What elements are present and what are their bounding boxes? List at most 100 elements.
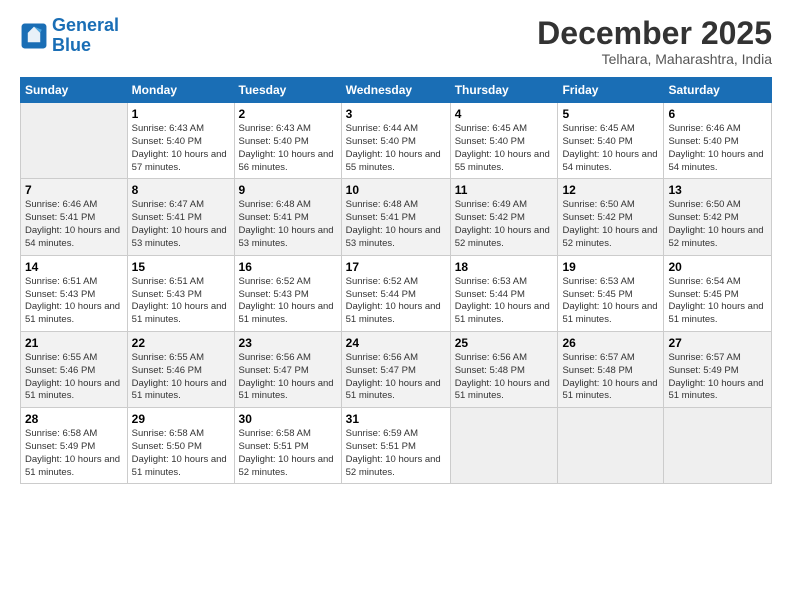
day-number: 29 — [132, 412, 230, 426]
header-row: SundayMondayTuesdayWednesdayThursdayFrid… — [21, 78, 772, 103]
day-cell: 27 Sunrise: 6:57 AMSunset: 5:49 PMDayligh… — [664, 331, 772, 407]
day-info: Sunrise: 6:43 AMSunset: 5:40 PMDaylight:… — [132, 123, 230, 174]
page: General Blue December 2025 Telhara, Maha… — [0, 0, 792, 612]
day-info: Sunrise: 6:46 AMSunset: 5:41 PMDaylight:… — [25, 199, 123, 250]
day-number: 23 — [239, 336, 337, 350]
day-info: Sunrise: 6:54 AMSunset: 5:45 PMDaylight:… — [668, 276, 767, 327]
day-info: Sunrise: 6:46 AMSunset: 5:40 PMDaylight:… — [668, 123, 767, 174]
header-cell-friday: Friday — [558, 78, 664, 103]
day-info: Sunrise: 6:53 AMSunset: 5:45 PMDaylight:… — [562, 276, 659, 327]
day-info: Sunrise: 6:56 AMSunset: 5:47 PMDaylight:… — [239, 352, 337, 403]
day-info: Sunrise: 6:50 AMSunset: 5:42 PMDaylight:… — [668, 199, 767, 250]
day-cell: 10Sunrise: 6:48 AMSunset: 5:41 PMDayligh… — [341, 179, 450, 255]
day-cell: 22Sunrise: 6:55 AMSunset: 5:46 PMDayligh… — [127, 331, 234, 407]
logo-text: General Blue — [52, 16, 119, 56]
day-number: 18 — [455, 260, 554, 274]
day-cell: 24Sunrise: 6:56 AMSunset: 5:47 PMDayligh… — [341, 331, 450, 407]
day-cell — [664, 408, 772, 484]
day-number: 19 — [562, 260, 659, 274]
day-info: Sunrise: 6:59 AMSunset: 5:51 PMDaylight:… — [346, 428, 446, 479]
day-info: Sunrise: 6:52 AMSunset: 5:44 PMDaylight:… — [346, 276, 446, 327]
day-number: 31 — [346, 412, 446, 426]
day-info: Sunrise: 6:56 AMSunset: 5:47 PMDaylight:… — [346, 352, 446, 403]
day-cell — [450, 408, 558, 484]
day-cell: 8 Sunrise: 6:47 AMSunset: 5:41 PMDaylight… — [127, 179, 234, 255]
day-number: 11 — [455, 183, 554, 197]
header-cell-saturday: Saturday — [664, 78, 772, 103]
day-number: 27 — [668, 336, 767, 350]
day-info: Sunrise: 6:47 AMSunset: 5:41 PMDaylight:… — [132, 199, 230, 250]
day-info: Sunrise: 6:58 AMSunset: 5:50 PMDaylight:… — [132, 428, 230, 479]
day-info: Sunrise: 6:53 AMSunset: 5:44 PMDaylight:… — [455, 276, 554, 327]
header-cell-tuesday: Tuesday — [234, 78, 341, 103]
day-info: Sunrise: 6:49 AMSunset: 5:42 PMDaylight:… — [455, 199, 554, 250]
header: General Blue December 2025 Telhara, Maha… — [20, 16, 772, 67]
header-cell-wednesday: Wednesday — [341, 78, 450, 103]
day-info: Sunrise: 6:57 AMSunset: 5:49 PMDaylight:… — [668, 352, 767, 403]
location: Telhara, Maharashtra, India — [537, 51, 772, 67]
day-cell: 6 Sunrise: 6:46 AMSunset: 5:40 PMDaylight… — [664, 103, 772, 179]
day-info: Sunrise: 6:52 AMSunset: 5:43 PMDaylight:… — [239, 276, 337, 327]
day-cell: 15Sunrise: 6:51 AMSunset: 5:43 PMDayligh… — [127, 255, 234, 331]
day-cell — [21, 103, 128, 179]
day-number: 21 — [25, 336, 123, 350]
day-cell: 25 Sunrise: 6:56 AMSunset: 5:48 PMDayligh… — [450, 331, 558, 407]
day-number: 22 — [132, 336, 230, 350]
day-info: Sunrise: 6:56 AMSunset: 5:48 PMDaylight:… — [455, 352, 554, 403]
month-title: December 2025 — [537, 16, 772, 51]
day-cell: 19 Sunrise: 6:53 AMSunset: 5:45 PMDayligh… — [558, 255, 664, 331]
day-cell: 11 Sunrise: 6:49 AMSunset: 5:42 PMDayligh… — [450, 179, 558, 255]
day-number: 12 — [562, 183, 659, 197]
logo: General Blue — [20, 16, 119, 56]
day-cell: 9Sunrise: 6:48 AMSunset: 5:41 PMDaylight… — [234, 179, 341, 255]
week-row-4: 21 Sunrise: 6:55 AMSunset: 5:46 PMDayligh… — [21, 331, 772, 407]
logo-line2: Blue — [52, 35, 91, 55]
day-info: Sunrise: 6:50 AMSunset: 5:42 PMDaylight:… — [562, 199, 659, 250]
day-number: 7 — [25, 183, 123, 197]
day-number: 16 — [239, 260, 337, 274]
day-cell: 17Sunrise: 6:52 AMSunset: 5:44 PMDayligh… — [341, 255, 450, 331]
day-number: 6 — [668, 107, 767, 121]
day-cell: 12 Sunrise: 6:50 AMSunset: 5:42 PMDayligh… — [558, 179, 664, 255]
header-cell-thursday: Thursday — [450, 78, 558, 103]
day-cell: 5 Sunrise: 6:45 AMSunset: 5:40 PMDaylight… — [558, 103, 664, 179]
day-cell: 31 Sunrise: 6:59 AMSunset: 5:51 PMDayligh… — [341, 408, 450, 484]
week-row-3: 14 Sunrise: 6:51 AMSunset: 5:43 PMDayligh… — [21, 255, 772, 331]
day-info: Sunrise: 6:55 AMSunset: 5:46 PMDaylight:… — [25, 352, 123, 403]
day-info: Sunrise: 6:51 AMSunset: 5:43 PMDaylight:… — [25, 276, 123, 327]
day-number: 4 — [455, 107, 554, 121]
day-info: Sunrise: 6:48 AMSunset: 5:41 PMDaylight:… — [346, 199, 446, 250]
day-cell: 16 Sunrise: 6:52 AMSunset: 5:43 PMDayligh… — [234, 255, 341, 331]
header-cell-sunday: Sunday — [21, 78, 128, 103]
day-number: 3 — [346, 107, 446, 121]
day-cell: 14 Sunrise: 6:51 AMSunset: 5:43 PMDayligh… — [21, 255, 128, 331]
day-cell: 29 Sunrise: 6:58 AMSunset: 5:50 PMDayligh… — [127, 408, 234, 484]
day-info: Sunrise: 6:48 AMSunset: 5:41 PMDaylight:… — [239, 199, 337, 250]
logo-line1: General — [52, 15, 119, 35]
header-cell-monday: Monday — [127, 78, 234, 103]
day-info: Sunrise: 6:45 AMSunset: 5:40 PMDaylight:… — [455, 123, 554, 174]
day-info: Sunrise: 6:51 AMSunset: 5:43 PMDaylight:… — [132, 276, 230, 327]
day-number: 13 — [668, 183, 767, 197]
day-number: 30 — [239, 412, 337, 426]
week-row-2: 7 Sunrise: 6:46 AMSunset: 5:41 PMDaylight… — [21, 179, 772, 255]
day-number: 8 — [132, 183, 230, 197]
day-cell: 18 Sunrise: 6:53 AMSunset: 5:44 PMDayligh… — [450, 255, 558, 331]
day-cell: 28 Sunrise: 6:58 AMSunset: 5:49 PMDayligh… — [21, 408, 128, 484]
day-number: 25 — [455, 336, 554, 350]
day-number: 14 — [25, 260, 123, 274]
day-cell: 3Sunrise: 6:44 AMSunset: 5:40 PMDaylight… — [341, 103, 450, 179]
day-info: Sunrise: 6:45 AMSunset: 5:40 PMDaylight:… — [562, 123, 659, 174]
day-cell: 20 Sunrise: 6:54 AMSunset: 5:45 PMDayligh… — [664, 255, 772, 331]
day-cell: 2Sunrise: 6:43 AMSunset: 5:40 PMDaylight… — [234, 103, 341, 179]
day-number: 20 — [668, 260, 767, 274]
calendar-table: SundayMondayTuesdayWednesdayThursdayFrid… — [20, 77, 772, 484]
day-number: 5 — [562, 107, 659, 121]
day-info: Sunrise: 6:58 AMSunset: 5:49 PMDaylight:… — [25, 428, 123, 479]
day-number: 1 — [132, 107, 230, 121]
title-block: December 2025 Telhara, Maharashtra, Indi… — [537, 16, 772, 67]
day-info: Sunrise: 6:58 AMSunset: 5:51 PMDaylight:… — [239, 428, 337, 479]
week-row-5: 28 Sunrise: 6:58 AMSunset: 5:49 PMDayligh… — [21, 408, 772, 484]
day-cell: 30 Sunrise: 6:58 AMSunset: 5:51 PMDayligh… — [234, 408, 341, 484]
day-number: 28 — [25, 412, 123, 426]
